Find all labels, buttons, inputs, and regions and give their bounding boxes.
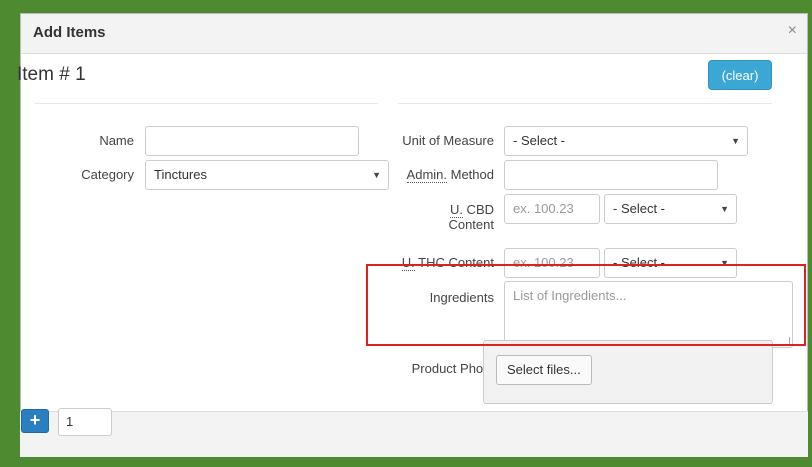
- item-count-input[interactable]: 1: [58, 408, 112, 436]
- name-input[interactable]: [145, 126, 359, 156]
- category-label: Category: [81, 167, 134, 182]
- ingredients-placeholder: List of Ingredients...: [513, 288, 627, 303]
- admin-method-input[interactable]: [504, 160, 718, 190]
- right-divider: [398, 103, 772, 104]
- name-label: Name: [99, 133, 134, 148]
- clear-button[interactable]: (clear): [708, 60, 772, 90]
- caret-down-icon: ▼: [731, 136, 740, 146]
- close-icon[interactable]: ×: [788, 22, 797, 40]
- product-photo-dropzone[interactable]: Select files...: [483, 340, 773, 404]
- u-cbd-label-line2: Content: [448, 217, 494, 232]
- u-cbd-content-input[interactable]: ex. 100.23: [504, 194, 600, 224]
- unit-of-measure-select[interactable]: - Select - ▼: [504, 126, 748, 156]
- modal-title: Add Items: [33, 24, 106, 41]
- u-thc-unit-value: - Select -: [613, 255, 666, 270]
- unit-of-measure-label: Unit of Measure: [402, 133, 494, 148]
- u-cbd-unit-value: - Select -: [613, 201, 666, 216]
- u-cbd-label-rest: CBD: [462, 202, 494, 217]
- ingredients-textarea[interactable]: List of Ingredients...: [504, 281, 793, 348]
- category-select[interactable]: Tinctures ▼: [145, 160, 389, 190]
- u-thc-label-rest: THC Content: [414, 255, 494, 270]
- admin-method-label-rest: Method: [447, 167, 494, 182]
- unit-of-measure-value: - Select -: [513, 133, 566, 148]
- category-value: Tinctures: [154, 167, 207, 182]
- u-thc-unit-select[interactable]: - Select - ▼: [604, 248, 737, 278]
- u-abbr: U.: [449, 202, 463, 218]
- modal-footer: [20, 411, 808, 457]
- caret-down-icon: ▼: [720, 258, 729, 268]
- item-title: Item # 1: [17, 64, 86, 85]
- caret-down-icon: ▼: [720, 204, 729, 214]
- admin-abbr: Admin.: [406, 167, 448, 183]
- modal-header: Add Items ×: [21, 14, 807, 54]
- u-thc-content-label: U. THC Content: [380, 255, 494, 271]
- u-abbr: U.: [401, 255, 415, 271]
- admin-method-label: Admin. Method: [380, 167, 494, 183]
- product-photo-label: Product Photo: [411, 361, 494, 376]
- select-files-button[interactable]: Select files...: [496, 355, 592, 385]
- left-divider: [34, 103, 378, 104]
- u-cbd-unit-select[interactable]: - Select - ▼: [604, 194, 737, 224]
- resize-handle-icon[interactable]: [782, 337, 790, 345]
- ingredients-label: Ingredients: [429, 290, 494, 305]
- u-thc-content-input[interactable]: ex. 100.23: [504, 248, 600, 278]
- u-cbd-content-label: U. CBD Content: [380, 202, 494, 232]
- plus-icon[interactable]: +: [21, 409, 49, 433]
